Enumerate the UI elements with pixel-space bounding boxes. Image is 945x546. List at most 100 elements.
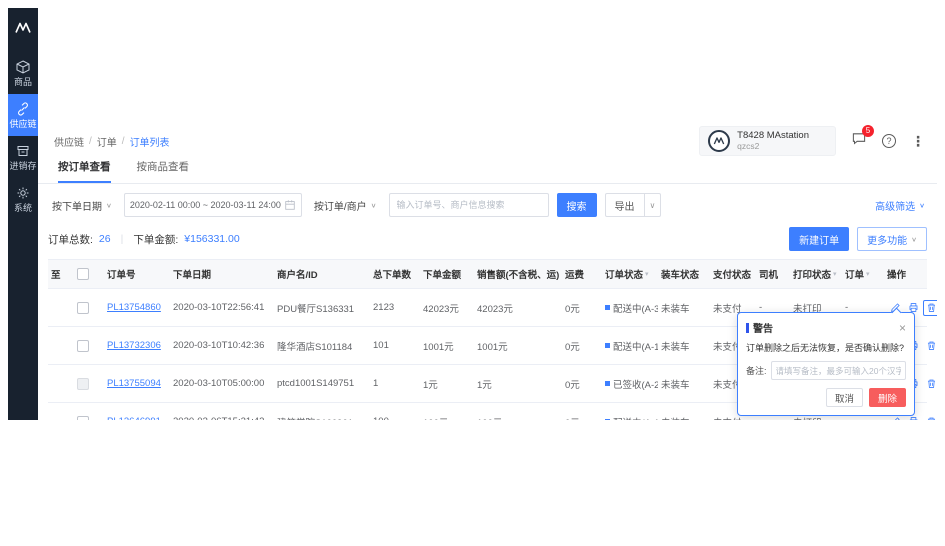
breadcrumb-item[interactable]: 供应链 (54, 134, 84, 149)
breadcrumb-item[interactable]: 订单 (97, 134, 117, 149)
sidebar-item-supply-chain[interactable]: 供应链 (8, 94, 38, 136)
order-date: 2020-03-10T22:56:41 (170, 302, 274, 313)
chevron-down-icon: ∨ (650, 201, 656, 210)
chevron-down-icon: ∨ (911, 235, 917, 242)
date-type-select[interactable]: 按下单日期 ∨ (48, 198, 116, 213)
freight: 0元 (562, 377, 602, 391)
delete-confirm-popover: 警告 × 订单删除之后无法恢复，是否确认删除? 备注: 取消 删除 (737, 312, 915, 416)
sales-amount: 1元 (474, 377, 562, 391)
order-status: 配送中(A-3-1) (602, 301, 658, 315)
col-merchant: 商户名/ID (274, 267, 370, 281)
help-button[interactable]: ? (882, 134, 896, 148)
delete-button[interactable]: 删除 (869, 388, 906, 407)
status-dot (605, 419, 610, 420)
merchant-name: ptcd1001S149751 (274, 378, 370, 389)
advanced-filter-link[interactable]: 高级筛选 ∨ (875, 198, 927, 213)
popover-actions: 取消 删除 (746, 388, 906, 407)
row-checkbox[interactable] (77, 302, 89, 314)
sidebar-item-system[interactable]: 系统 (8, 178, 38, 220)
order-number-link[interactable]: PL13754860 (107, 302, 161, 313)
cancel-button[interactable]: 取消 (826, 388, 863, 407)
date-range-value[interactable] (130, 200, 284, 210)
merchant-name: 建筑学院S100901 (274, 415, 370, 421)
user-account: qzcs2 (737, 141, 809, 152)
page: 商品 供应链 进销存 (0, 0, 945, 546)
order-count: 1 (370, 378, 420, 389)
summary-bar: 订单总数: 26 | 下单金额: ¥156331.00 新建订单 更多功能 ∨ (48, 227, 927, 251)
note-label: 备注: (746, 364, 767, 377)
user-info[interactable]: T8428 MAstation qzcs2 (699, 126, 836, 156)
chevron-down-icon: ∨ (919, 201, 925, 208)
filter-caret-icon[interactable]: ▾ (833, 270, 837, 278)
topbar-right: T8428 MAstation qzcs2 5 ? ⋮ (699, 126, 925, 156)
breadcrumb-current: 订单列表 (130, 134, 170, 149)
status-dot (605, 343, 610, 348)
col-pay: 支付状态 (710, 267, 756, 281)
sidebar: 商品 供应链 进销存 (8, 8, 38, 420)
col-count: 总下单数 (370, 267, 420, 281)
search-input[interactable] (389, 193, 549, 217)
new-order-button[interactable]: 新建订单 (789, 227, 849, 251)
load-status: 未装车 (658, 415, 710, 421)
col-freight: 运费 (562, 267, 602, 281)
breadcrumb: 供应链 / 订单 / 订单列表 (54, 134, 170, 149)
sidebar-item-label: 供应链 (9, 119, 36, 129)
sidebar-item-inventory[interactable]: 进销存 (8, 136, 38, 178)
filter-caret-icon[interactable]: ▾ (645, 270, 649, 278)
summary-actions: 新建订单 更多功能 ∨ (789, 227, 927, 251)
delete-icon[interactable] (923, 300, 937, 316)
tab-product-view[interactable]: 按商品查看 (137, 159, 190, 183)
warning-bar (746, 323, 749, 333)
row-checkbox[interactable] (77, 378, 89, 390)
help-icon: ? (882, 134, 896, 148)
main-area: 供应链 / 订单 / 订单列表 T8428 MAstation qzcs2 (38, 8, 937, 420)
order-number-link[interactable]: PL13732306 (107, 340, 161, 351)
search-button[interactable]: 搜索 (557, 193, 597, 217)
order-number-link[interactable]: PL13646991 (107, 416, 161, 420)
note-input[interactable] (771, 361, 906, 380)
export-button[interactable]: 导出 (605, 193, 645, 217)
chevron-down-icon: ∨ (106, 201, 112, 208)
col-sales: 销售额(不含税、运) (474, 267, 562, 281)
messages-button[interactable]: 5 (851, 131, 867, 151)
delete-icon[interactable] (923, 376, 937, 392)
filter-caret-icon[interactable]: ▾ (866, 270, 870, 278)
export-dropdown-button[interactable]: ∨ (645, 193, 662, 217)
order-amount: 1001元 (420, 339, 474, 353)
order-amount-value: ¥156331.00 (184, 233, 239, 245)
delete-icon[interactable] (923, 338, 937, 354)
date-range-input[interactable] (124, 193, 302, 217)
popover-header: 警告 × (746, 320, 906, 335)
sales-amount: 1001元 (474, 339, 562, 353)
delete-icon[interactable] (923, 414, 937, 421)
col-load: 装车状态 (658, 267, 710, 281)
breadcrumb-separator: / (89, 136, 92, 147)
export-split-button: 导出 ∨ (605, 193, 662, 217)
user-name: T8428 MAstation (737, 130, 809, 141)
load-status: 未装车 (658, 339, 710, 353)
order-amount: 100元 (420, 415, 474, 421)
popover-title: 警告 (753, 320, 773, 335)
search-type-label: 按订单/商户 (314, 198, 367, 213)
row-checkbox[interactable] (77, 416, 89, 421)
order-count: 100 (370, 416, 420, 420)
order-count-label: 订单总数: (48, 232, 93, 247)
order-number-link[interactable]: PL13755094 (107, 378, 161, 389)
search-type-select[interactable]: 按订单/商户 ∨ (310, 198, 381, 213)
order-status: 配送中(A-1-1) (602, 339, 658, 353)
sidebar-item-goods[interactable]: 商品 (8, 52, 38, 94)
more-functions-button[interactable]: 更多功能 ∨ (857, 227, 927, 251)
tab-order-view[interactable]: 按订单查看 (58, 159, 111, 183)
sidebar-item-label: 系统 (14, 203, 32, 213)
select-all-checkbox[interactable] (77, 268, 89, 280)
status-dot (605, 305, 610, 310)
chevron-down-icon: ∨ (371, 201, 377, 208)
more-menu-button[interactable]: ⋮ (911, 133, 925, 150)
row-checkbox[interactable] (77, 340, 89, 352)
close-icon[interactable]: × (899, 323, 906, 333)
load-status: 未装车 (658, 377, 710, 391)
order-status: 已签收(A-2-1) (602, 377, 658, 391)
order-date: 2020-03-10T05:00:00 (170, 378, 274, 389)
order-count: 2123 (370, 302, 420, 313)
note-row: 备注: (746, 361, 906, 380)
